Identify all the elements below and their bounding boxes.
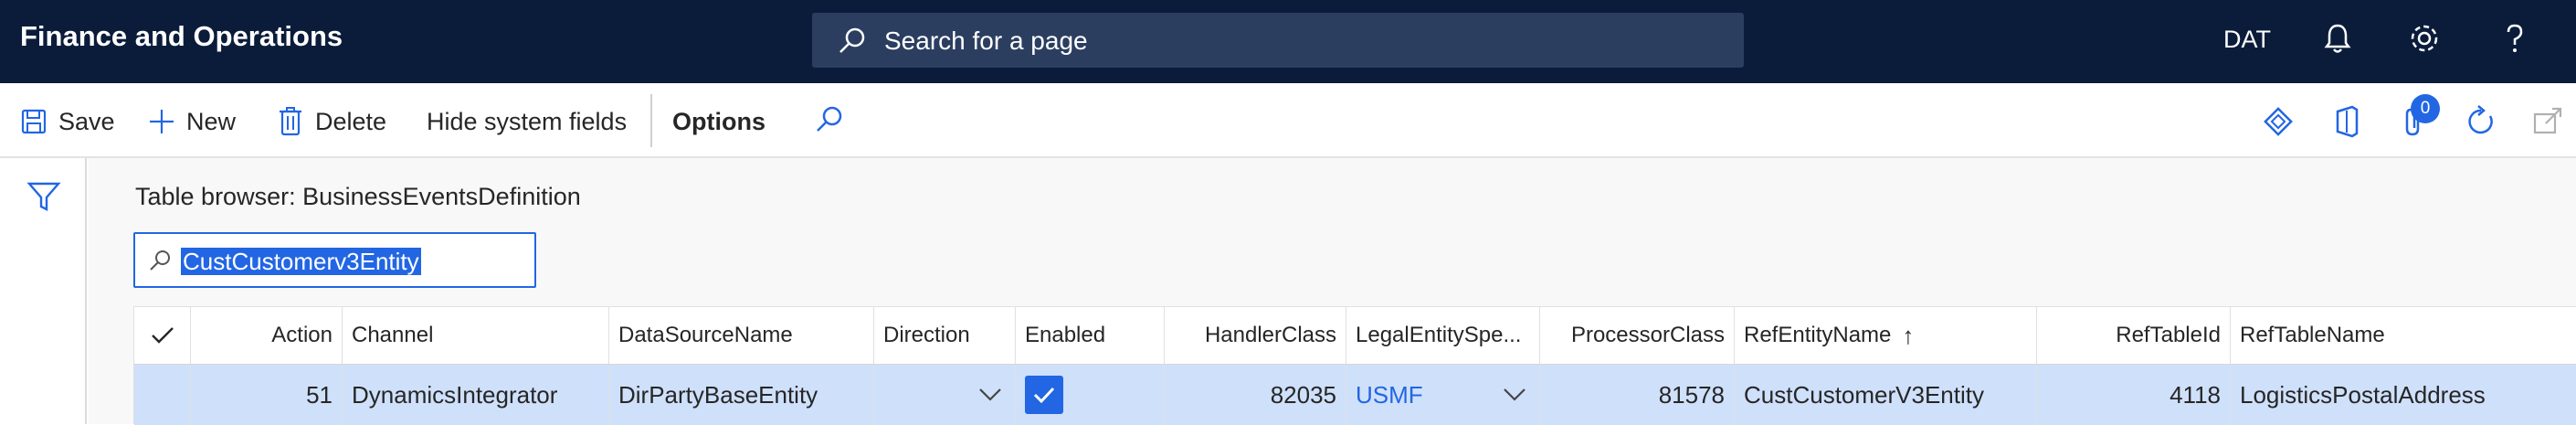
- save-label: Save: [58, 107, 115, 135]
- help-icon[interactable]: [2497, 20, 2533, 57]
- save-icon: [21, 109, 47, 134]
- page-title: Table browser: BusinessEventsDefinition: [135, 183, 581, 210]
- chevron-down-icon: [1504, 388, 1526, 401]
- new-button[interactable]: New: [148, 105, 236, 138]
- cell-action[interactable]: 51: [191, 365, 343, 425]
- page-search-box[interactable]: Search for a page: [812, 13, 1744, 68]
- company-picker[interactable]: DAT: [2223, 26, 2271, 54]
- column-header-processorclass[interactable]: ProcessorClass: [1540, 307, 1735, 364]
- power-apps-icon[interactable]: [2260, 103, 2296, 140]
- sort-ascending-icon: ↑: [1902, 321, 1915, 349]
- cell-legalentity-dropdown[interactable]: USMF: [1346, 365, 1540, 425]
- toolbar-divider: [650, 94, 652, 147]
- column-header-refentityname[interactable]: RefEntityName ↑: [1735, 307, 2037, 364]
- column-header-legalentity[interactable]: LegalEntitySpe...: [1346, 307, 1540, 364]
- grid-filter-input[interactable]: CustCustomerv3Entity: [133, 232, 536, 288]
- office-icon[interactable]: [2328, 103, 2365, 140]
- column-header-datasourcename[interactable]: DataSourceName: [609, 307, 874, 364]
- attachments-count-badge: 0: [2411, 94, 2440, 123]
- filter-search-icon: [150, 250, 170, 271]
- search-icon: [839, 27, 865, 53]
- cell-channel[interactable]: DynamicsIntegrator: [343, 365, 609, 425]
- delete-button[interactable]: Delete: [277, 105, 386, 138]
- toolbar-search-icon[interactable]: [811, 102, 848, 139]
- enabled-checkbox[interactable]: [1025, 376, 1063, 414]
- column-header-channel[interactable]: Channel: [343, 307, 609, 364]
- search-placeholder: Search for a page: [884, 27, 1088, 55]
- column-header-reftableid[interactable]: RefTableId: [2037, 307, 2231, 364]
- cell-reftablename[interactable]: LogisticsPostalAddress: [2231, 365, 2576, 425]
- cell-reftableid[interactable]: 4118: [2037, 365, 2231, 425]
- column-header-direction[interactable]: Direction: [874, 307, 1016, 364]
- grid-header-row: Action Channel DataSourceName Direction …: [134, 307, 2576, 365]
- refentityname-label: RefEntityName: [1744, 323, 1892, 347]
- cell-datasourcename[interactable]: DirPartyBaseEntity: [609, 365, 874, 425]
- refresh-icon[interactable]: [2463, 103, 2499, 140]
- column-header-enabled[interactable]: Enabled: [1016, 307, 1165, 364]
- column-header-reftablename[interactable]: RefTableName: [2231, 307, 2576, 364]
- column-header-handlerclass[interactable]: HandlerClass: [1165, 307, 1346, 364]
- delete-label: Delete: [315, 107, 387, 135]
- chevron-down-icon: [979, 388, 1001, 401]
- select-all-checkbox[interactable]: [134, 307, 191, 364]
- action-pane: Save New Delete Hide system fields Optio…: [0, 83, 2576, 158]
- hide-system-fields-button[interactable]: Hide system fields: [427, 105, 627, 138]
- new-label: New: [186, 107, 237, 135]
- save-button[interactable]: Save: [20, 105, 115, 138]
- app-title[interactable]: Finance and Operations: [20, 20, 343, 53]
- bell-icon[interactable]: [2319, 20, 2356, 57]
- plus-icon: [150, 110, 174, 133]
- checkmark-icon: [151, 327, 174, 344]
- cell-processorclass[interactable]: 81578: [1540, 365, 1735, 425]
- data-grid: Action Channel DataSourceName Direction …: [133, 306, 2576, 425]
- legal-entity-link[interactable]: USMF: [1356, 381, 1423, 409]
- open-new-window-icon[interactable]: [2529, 103, 2566, 140]
- trash-icon: [280, 107, 301, 136]
- row-selector[interactable]: [134, 365, 191, 425]
- checkmark-icon: [1033, 387, 1055, 404]
- top-nav-bar: Finance and Operations Search for a page…: [0, 0, 2576, 83]
- column-header-action[interactable]: Action: [191, 307, 343, 364]
- options-tab[interactable]: Options: [672, 105, 765, 138]
- cell-enabled[interactable]: [1016, 365, 1165, 425]
- cell-direction-dropdown[interactable]: [874, 365, 1016, 425]
- filter-icon[interactable]: [26, 178, 62, 215]
- gear-icon[interactable]: [2406, 20, 2443, 57]
- cell-refentityname[interactable]: CustCustomerV3Entity: [1735, 365, 2037, 425]
- table-row[interactable]: 51 DynamicsIntegrator DirPartyBaseEntity…: [134, 365, 2576, 425]
- cell-handlerclass[interactable]: 82035: [1165, 365, 1346, 425]
- left-rail: [0, 158, 87, 424]
- filter-value: CustCustomerv3Entity: [181, 248, 421, 275]
